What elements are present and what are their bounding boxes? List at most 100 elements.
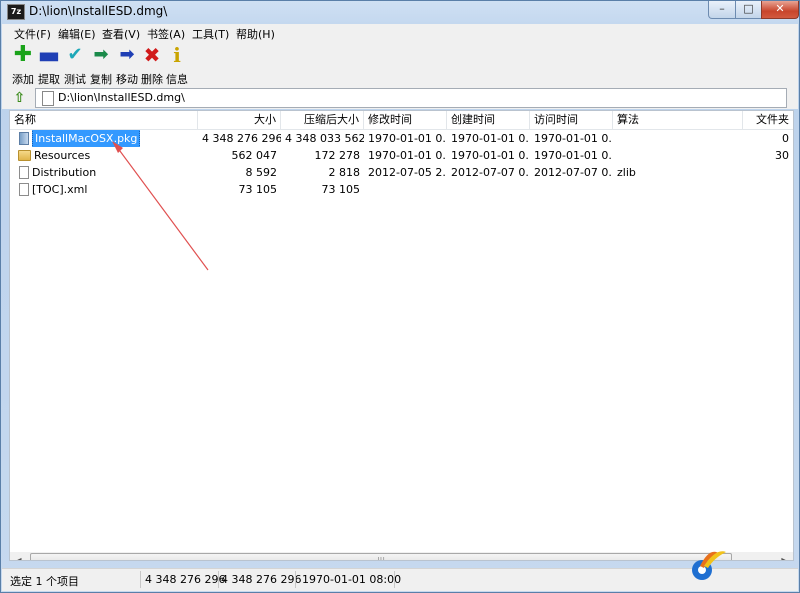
accessed-cell: 1970-01-01 0... — [534, 149, 613, 162]
address-path: D:\lion\InstallESD.dmg\ — [58, 91, 185, 104]
table-row[interactable]: InstallMacOSX.pkg 4 348 276 296 4 348 03… — [10, 130, 793, 147]
status-divider — [140, 571, 141, 588]
menu-edit[interactable]: 编辑(E) — [58, 26, 96, 42]
delete-x-icon: ✖ — [143, 43, 161, 67]
menu-tools[interactable]: 工具(T) — [192, 26, 229, 42]
file-name: [TOC].xml — [32, 183, 88, 196]
address-bar: ⇧ D:\lion\InstallESD.dmg\ ▼ — [2, 87, 798, 109]
status-divider — [394, 571, 395, 588]
close-button[interactable]: ✕ — [761, 1, 799, 19]
status-bar: 选定 1 个项目 4 348 276 296 4 348 276 296 197… — [2, 568, 798, 591]
info-icon: i — [173, 43, 181, 67]
method-cell — [613, 130, 743, 147]
move-label: 移动 — [116, 73, 138, 86]
name-cell: InstallMacOSX.pkg — [14, 130, 198, 147]
file-list[interactable]: 名称 大小 压缩后大小 修改时间 创建时间 访问时间 算法 文件夹 Instal… — [9, 110, 794, 561]
delete-button[interactable]: ✖ 删除 — [139, 43, 165, 86]
col-created-header[interactable]: 创建时间 — [447, 111, 530, 129]
scroll-right-icon[interactable]: ▶ — [776, 552, 793, 560]
folders-cell: 0 — [782, 132, 789, 145]
app-window: 7z D:\lion\InstallESD.dmg\ – □ ✕ 文件(F) 编… — [0, 0, 800, 593]
modified-cell: 1970-01-01 0... — [368, 132, 447, 145]
toolbar: ✚ 添加 ▬ 提取 ✔ 测试 ➡ 复制 ➡ 移动 ✖ 删除 i 信息 — [2, 42, 798, 88]
method-cell — [613, 181, 743, 198]
size-cell: 73 105 — [238, 183, 278, 196]
file-icon — [42, 91, 54, 106]
folders-cell: 30 — [775, 149, 789, 162]
file-icon — [19, 183, 29, 196]
info-button[interactable]: i 信息 — [164, 43, 190, 86]
extract-label: 提取 — [38, 73, 60, 86]
packed-cell: 73 105 — [321, 183, 361, 196]
col-size-header[interactable]: 大小 — [198, 111, 281, 129]
col-folders-header[interactable]: 文件夹 — [743, 111, 793, 129]
copy-button[interactable]: ➡ 复制 — [88, 44, 114, 86]
status-size: 4 348 276 296 — [145, 573, 226, 586]
address-input[interactable]: D:\lion\InstallESD.dmg\ ▼ — [35, 88, 787, 108]
method-cell: zlib — [617, 166, 636, 179]
7zip-app-icon[interactable]: 7z — [7, 4, 25, 20]
col-modified-header[interactable]: 修改时间 — [364, 111, 447, 129]
packed-cell: 4 348 033 562 — [285, 132, 364, 145]
file-name: InstallMacOSX.pkg — [32, 130, 141, 147]
check-icon: ✔ — [67, 44, 83, 65]
delete-label: 删除 — [141, 73, 163, 86]
created-cell — [447, 181, 530, 198]
packed-cell: 172 278 — [314, 149, 361, 162]
file-icon — [19, 166, 29, 179]
minus-icon: ▬ — [37, 41, 61, 69]
size-cell: 8 592 — [245, 166, 278, 179]
plus-icon: ✚ — [13, 42, 33, 67]
accessed-cell: 2012-07-07 0... — [534, 166, 613, 179]
menu-bookmarks[interactable]: 书签(A) — [147, 26, 185, 42]
horizontal-scrollbar[interactable]: ◀ ||| ▶ — [10, 552, 793, 560]
col-accessed-header[interactable]: 访问时间 — [530, 111, 613, 129]
test-button[interactable]: ✔ 测试 — [62, 44, 88, 86]
name-cell: Resources — [14, 147, 198, 164]
name-cell: Distribution — [14, 164, 198, 181]
move-arrow-icon: ➡ — [119, 44, 135, 65]
folder-icon — [18, 150, 31, 161]
table-row[interactable]: [TOC].xml 73 105 73 105 — [10, 181, 793, 198]
table-row[interactable]: Distribution 8 592 2 818 2012-07-05 2...… — [10, 164, 793, 181]
up-folder-button[interactable]: ⇧ — [11, 90, 28, 106]
copy-label: 复制 — [90, 73, 112, 86]
menu-file[interactable]: 文件(F) — [14, 26, 51, 42]
move-button[interactable]: ➡ 移动 — [114, 44, 140, 86]
size-cell: 4 348 276 296 — [202, 132, 281, 145]
created-cell: 1970-01-01 0... — [451, 149, 530, 162]
file-name: Resources — [34, 149, 91, 162]
modified-cell: 1970-01-01 0... — [368, 149, 447, 162]
status-packed: 4 348 276 296 — [221, 573, 302, 586]
watermark-logo — [692, 551, 726, 580]
menu-view[interactable]: 查看(V) — [102, 26, 140, 42]
info-label: 信息 — [166, 73, 188, 86]
col-packed-header[interactable]: 压缩后大小 — [281, 111, 364, 129]
table-row[interactable]: Resources 562 047 172 278 1970-01-01 0..… — [10, 147, 793, 164]
folders-cell — [743, 181, 793, 198]
add-label: 添加 — [12, 73, 34, 86]
scroll-left-icon[interactable]: ◀ — [10, 552, 27, 560]
title-bar[interactable]: 7z D:\lion\InstallESD.dmg\ – □ ✕ — [1, 1, 799, 23]
modified-cell — [364, 181, 447, 198]
packed-cell: 2 818 — [328, 166, 361, 179]
created-cell: 1970-01-01 0... — [451, 132, 530, 145]
add-button[interactable]: ✚ 添加 — [10, 42, 36, 87]
extract-button[interactable]: ▬ 提取 — [36, 41, 62, 86]
name-cell: [TOC].xml — [14, 181, 198, 198]
list-header: 名称 大小 压缩后大小 修改时间 创建时间 访问时间 算法 文件夹 — [10, 111, 793, 130]
col-name-header[interactable]: 名称 — [10, 111, 198, 129]
folders-cell — [743, 164, 793, 181]
scroll-thumb[interactable]: ||| — [30, 553, 732, 560]
menu-help[interactable]: 帮助(H) — [236, 26, 275, 42]
status-divider — [218, 571, 219, 588]
window-title: D:\lion\InstallESD.dmg\ — [29, 4, 168, 18]
maximize-button[interactable]: □ — [735, 1, 762, 19]
minimize-button[interactable]: – — [708, 1, 736, 19]
menu-bar: 文件(F) 编辑(E) 查看(V) 书签(A) 工具(T) 帮助(H) — [2, 24, 798, 42]
size-cell: 562 047 — [231, 149, 278, 162]
col-method-header[interactable]: 算法 — [613, 111, 743, 129]
created-cell: 2012-07-07 0... — [451, 166, 530, 179]
package-icon — [19, 132, 29, 145]
copy-arrow-icon: ➡ — [93, 44, 109, 65]
